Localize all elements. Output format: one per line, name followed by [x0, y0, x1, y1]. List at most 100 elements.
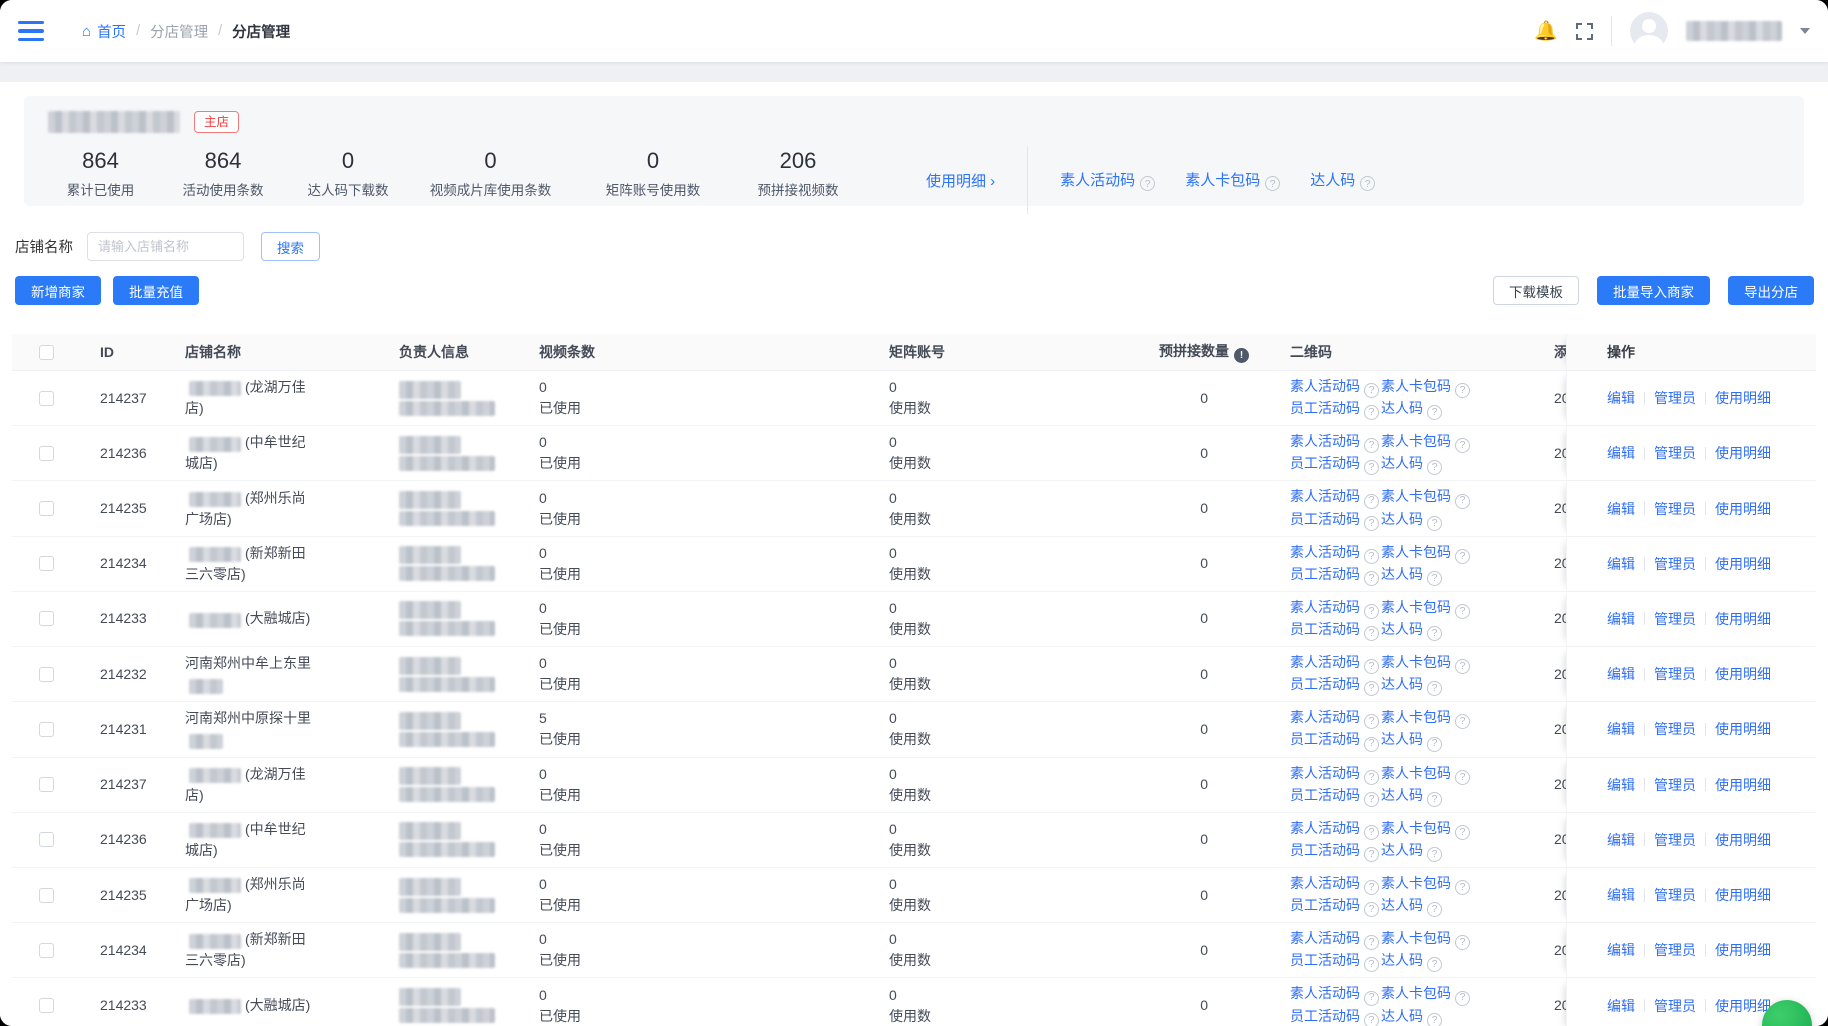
row-action-2[interactable]: 使用明细 [1715, 996, 1771, 1016]
row-action-2[interactable]: 使用明细 [1715, 830, 1771, 850]
row-action-0[interactable]: 编辑 [1607, 388, 1635, 408]
download-template-button[interactable]: 下载模板 [1493, 276, 1579, 305]
qr-code-link[interactable]: 素人活动码 [1290, 875, 1360, 891]
row-checkbox[interactable] [39, 832, 54, 847]
qr-code-link[interactable]: 素人卡包码 [1381, 709, 1451, 725]
hamburger-menu-icon[interactable] [18, 21, 44, 41]
help-icon[interactable]: ? [1427, 902, 1442, 917]
help-icon[interactable]: ? [1455, 714, 1470, 729]
qr-code-link[interactable]: 素人卡包码 [1381, 765, 1451, 781]
help-icon[interactable]: ? [1364, 957, 1379, 972]
help-icon[interactable]: ? [1455, 770, 1470, 785]
qr-code-link[interactable]: 素人卡包码 [1381, 820, 1451, 836]
help-icon[interactable]: ? [1427, 571, 1442, 586]
help-icon[interactable]: ? [1455, 494, 1470, 509]
help-icon[interactable]: ? [1364, 737, 1379, 752]
qr-code-link[interactable]: 员工活动码 [1290, 400, 1360, 416]
qr-code-link[interactable]: 达人码 [1381, 1008, 1423, 1024]
qr-code-link[interactable]: 员工活动码 [1290, 511, 1360, 527]
qr-code-link[interactable]: 员工活动码 [1290, 676, 1360, 692]
help-icon[interactable]: ? [1427, 460, 1442, 475]
row-checkbox[interactable] [39, 391, 54, 406]
row-checkbox[interactable] [39, 943, 54, 958]
help-icon[interactable]: ? [1364, 383, 1379, 398]
qr-code-link[interactable]: 达人码 [1381, 731, 1423, 747]
help-icon[interactable]: ? [1427, 516, 1442, 531]
breadcrumb-home[interactable]: 首页 [97, 21, 126, 42]
qr-code-link[interactable]: 员工活动码 [1290, 455, 1360, 471]
help-icon[interactable]: ? [1455, 438, 1470, 453]
row-checkbox[interactable] [39, 556, 54, 571]
row-checkbox[interactable] [39, 722, 54, 737]
row-action-1[interactable]: 管理员 [1654, 830, 1696, 850]
help-icon[interactable]: ? [1364, 659, 1379, 674]
row-checkbox[interactable] [39, 998, 54, 1013]
row-action-1[interactable]: 管理员 [1654, 499, 1696, 519]
help-icon[interactable]: ? [1364, 770, 1379, 785]
qr-code-link[interactable]: 素人活动码 [1290, 709, 1360, 725]
qr-code-link[interactable]: 素人活动码 [1290, 765, 1360, 781]
code-link[interactable]: 素人活动码 [1060, 172, 1135, 189]
row-action-2[interactable]: 使用明细 [1715, 940, 1771, 960]
row-action-0[interactable]: 编辑 [1607, 885, 1635, 905]
qr-code-link[interactable]: 员工活动码 [1290, 842, 1360, 858]
user-menu-caret-icon[interactable] [1800, 28, 1810, 34]
help-icon[interactable]: ? [1455, 991, 1470, 1006]
row-action-2[interactable]: 使用明细 [1715, 775, 1771, 795]
row-action-0[interactable]: 编辑 [1607, 609, 1635, 629]
help-icon[interactable]: ? [1427, 957, 1442, 972]
code-link[interactable]: 达人码 [1310, 172, 1355, 189]
qr-code-link[interactable]: 素人卡包码 [1381, 433, 1451, 449]
qr-code-link[interactable]: 达人码 [1381, 787, 1423, 803]
qr-code-link[interactable]: 员工活动码 [1290, 897, 1360, 913]
qr-code-link[interactable]: 达人码 [1381, 455, 1423, 471]
row-action-0[interactable]: 编辑 [1607, 940, 1635, 960]
help-icon[interactable]: ? [1364, 714, 1379, 729]
row-action-2[interactable]: 使用明细 [1715, 885, 1771, 905]
help-icon[interactable]: ? [1364, 847, 1379, 862]
batch-recharge-button[interactable]: 批量充值 [113, 276, 199, 305]
row-checkbox[interactable] [39, 667, 54, 682]
qr-code-link[interactable]: 素人活动码 [1290, 433, 1360, 449]
qr-code-link[interactable]: 素人活动码 [1290, 985, 1360, 1001]
help-icon[interactable]: ? [1427, 792, 1442, 807]
row-action-2[interactable]: 使用明细 [1715, 719, 1771, 739]
code-link[interactable]: 素人卡包码 [1185, 172, 1260, 189]
row-action-1[interactable]: 管理员 [1654, 996, 1696, 1016]
row-action-1[interactable]: 管理员 [1654, 554, 1696, 574]
row-action-1[interactable]: 管理员 [1654, 388, 1696, 408]
qr-code-link[interactable]: 素人卡包码 [1381, 378, 1451, 394]
help-icon[interactable]: ? [1140, 176, 1155, 191]
select-all-checkbox[interactable] [39, 345, 54, 360]
row-action-0[interactable]: 编辑 [1607, 499, 1635, 519]
help-icon[interactable]: ? [1364, 549, 1379, 564]
qr-code-link[interactable]: 达人码 [1381, 566, 1423, 582]
row-action-1[interactable]: 管理员 [1654, 443, 1696, 463]
row-action-2[interactable]: 使用明细 [1715, 609, 1771, 629]
help-icon[interactable]: ? [1427, 737, 1442, 752]
qr-code-link[interactable]: 员工活动码 [1290, 731, 1360, 747]
help-icon[interactable]: ? [1364, 438, 1379, 453]
row-action-1[interactable]: 管理员 [1654, 609, 1696, 629]
row-action-1[interactable]: 管理员 [1654, 885, 1696, 905]
row-checkbox[interactable] [39, 777, 54, 792]
row-action-1[interactable]: 管理员 [1654, 775, 1696, 795]
help-icon[interactable]: ? [1364, 681, 1379, 696]
qr-code-link[interactable]: 素人活动码 [1290, 599, 1360, 615]
help-icon[interactable]: ? [1427, 1013, 1442, 1026]
fullscreen-icon[interactable] [1576, 23, 1593, 40]
qr-code-link[interactable]: 素人活动码 [1290, 488, 1360, 504]
info-icon[interactable]: ! [1234, 348, 1249, 363]
row-action-2[interactable]: 使用明细 [1715, 499, 1771, 519]
help-icon[interactable]: ? [1364, 880, 1379, 895]
qr-code-link[interactable]: 达人码 [1381, 676, 1423, 692]
row-action-0[interactable]: 编辑 [1607, 664, 1635, 684]
help-icon[interactable]: ? [1455, 549, 1470, 564]
qr-code-link[interactable]: 素人活动码 [1290, 930, 1360, 946]
notification-bell-icon[interactable]: 🔔 [1534, 22, 1558, 41]
qr-code-link[interactable]: 素人活动码 [1290, 654, 1360, 670]
help-icon[interactable]: ? [1427, 847, 1442, 862]
help-icon[interactable]: ? [1364, 405, 1379, 420]
row-action-2[interactable]: 使用明细 [1715, 554, 1771, 574]
help-icon[interactable]: ? [1364, 902, 1379, 917]
